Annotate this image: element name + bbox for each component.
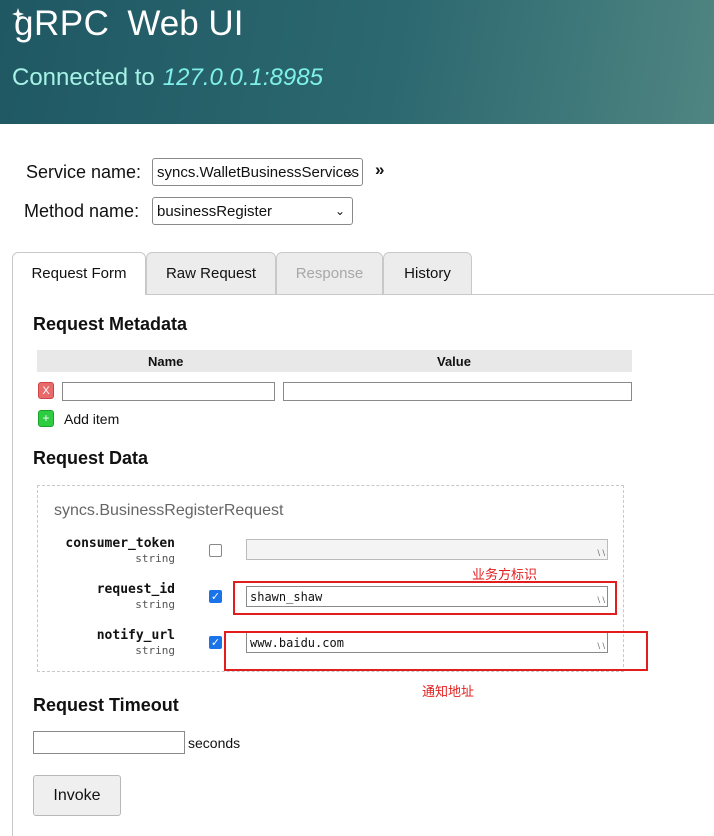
service-name-label: Service name: xyxy=(26,162,142,182)
metadata-value-input[interactable] xyxy=(283,382,632,401)
consumer-token-input[interactable]: ∖∖ xyxy=(246,539,608,560)
annotation-box xyxy=(233,581,617,615)
field-enable-checkbox[interactable] xyxy=(209,544,222,557)
remove-item-button[interactable]: X xyxy=(38,382,54,399)
timeout-input[interactable] xyxy=(33,731,185,754)
logo-text: gRPC xyxy=(14,4,110,43)
connected-label: Connected to xyxy=(12,64,155,91)
field-type: string xyxy=(135,598,175,611)
app-title: Web UI xyxy=(127,4,244,43)
request-metadata-heading: Request Metadata xyxy=(33,314,188,334)
connection-status: Connected to 127.0.0.1:8985 xyxy=(12,64,323,92)
method-select[interactable]: businessRegister ⌄ xyxy=(152,197,353,225)
request-data-heading: Request Data xyxy=(33,448,149,468)
logo: gRPC Web UI xyxy=(12,4,244,48)
metadata-name-input[interactable] xyxy=(62,382,275,401)
server-address: 127.0.0.1:8985 xyxy=(162,64,323,91)
resize-grip-icon[interactable]: ∖∖ xyxy=(596,550,606,558)
tab-history[interactable]: History xyxy=(383,252,472,294)
metadata-table-header: Name Value xyxy=(37,350,632,372)
field-name: notify_url xyxy=(96,628,175,643)
add-item-button[interactable]: + xyxy=(38,410,54,427)
method-select-value: businessRegister xyxy=(157,203,273,220)
value-column-header: Value xyxy=(437,354,471,369)
chevron-down-icon: ⌄ xyxy=(344,165,355,179)
field-enable-checkbox[interactable]: ✓ xyxy=(209,636,222,649)
invoke-button[interactable]: Invoke xyxy=(33,775,121,816)
tab-request-form[interactable]: Request Form xyxy=(12,252,146,295)
panel-border xyxy=(12,294,13,836)
name-column-header: Name xyxy=(148,354,184,369)
timeout-unit-label: seconds xyxy=(188,735,241,751)
message-type-name: syncs.BusinessRegisterRequest xyxy=(54,502,284,519)
field-name: request_id xyxy=(96,582,175,597)
field-type: string xyxy=(135,644,175,657)
method-name-label: Method name: xyxy=(24,201,140,221)
chevron-down-icon: ⌄ xyxy=(334,204,345,218)
request-timeout-heading: Request Timeout xyxy=(33,695,179,715)
tab-raw-request[interactable]: Raw Request xyxy=(146,252,276,294)
field-type: string xyxy=(135,552,175,565)
annotation-box xyxy=(224,631,648,671)
service-select-value: syncs.WalletBusinessServices xyxy=(157,164,360,181)
field-name: consumer_token xyxy=(65,536,175,551)
service-select[interactable]: syncs.WalletBusinessServices ⌄ xyxy=(152,158,363,186)
add-item-label[interactable]: Add item xyxy=(64,411,119,427)
field-enable-checkbox[interactable]: ✓ xyxy=(209,590,222,603)
app-header: gRPC Web UI Connected to 127.0.0.1:8985 xyxy=(0,0,714,124)
annotation-notify-url: 通知地址 xyxy=(422,684,475,699)
double-chevron-right-icon[interactable]: » xyxy=(375,160,384,180)
tab-response: Response xyxy=(276,252,383,294)
